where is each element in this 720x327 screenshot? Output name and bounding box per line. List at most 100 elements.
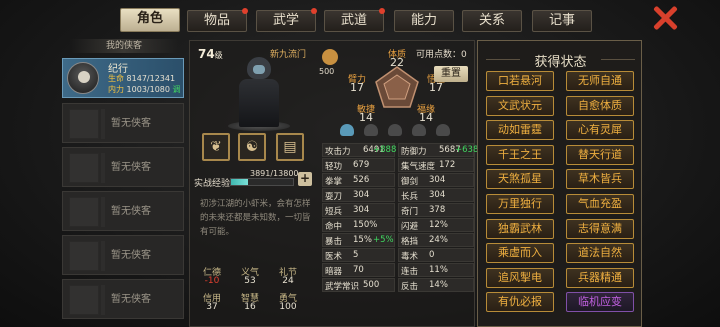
equip-slot-armor[interactable]: ☯: [238, 133, 266, 161]
hero-avatar: [67, 62, 99, 94]
slot-placeholder: [69, 197, 99, 227]
status-badge[interactable]: 临机应变: [566, 292, 634, 313]
attr-value: 22: [390, 56, 404, 69]
status-badge[interactable]: 乘虚而入: [486, 243, 554, 264]
equip-slot-weapon[interactable]: ❦: [202, 133, 230, 161]
stat-cell: 奇门 378: [398, 203, 474, 217]
fame-value: 500: [319, 67, 335, 76]
stat-cell: 集气速度 172: [398, 158, 474, 172]
character-panel: 74级 新九流门 ❦ ☯ ▤ 实战经验 3891/13800 + 初涉江湖的小虾…: [189, 40, 478, 327]
equip-slot-accessory[interactable]: ▤: [276, 133, 304, 161]
slot-placeholder: [69, 285, 99, 315]
hero-slot-empty[interactable]: 暂无侠客: [62, 235, 184, 275]
stat-bonus: +5%: [373, 235, 394, 245]
tab-label: 武道: [340, 13, 367, 28]
virtue-value: 100: [279, 302, 297, 312]
hero-slot-selected[interactable]: 纪行 生命 8147/12341 内力 1003/1080 调: [62, 58, 184, 98]
tab-abilities[interactable]: 能力: [394, 10, 454, 32]
tab-label: 角色: [136, 11, 163, 26]
hero-tag: 调: [172, 85, 181, 94]
gem-slot-icon[interactable]: [412, 124, 426, 136]
stat-label: 闪避: [401, 222, 419, 232]
stat-cell: 御剑 304: [398, 173, 474, 187]
status-badge[interactable]: 文武状元: [486, 95, 554, 116]
status-badge[interactable]: 气血充盈: [566, 194, 634, 214]
tab-items[interactable]: 物品: [187, 8, 248, 32]
status-badge[interactable]: 万里独行: [486, 194, 554, 214]
stat-label: 防御力: [401, 147, 427, 157]
reset-button[interactable]: 重置: [434, 66, 468, 82]
stat-value: 15%: [353, 235, 372, 245]
stat-value: 11%: [429, 265, 448, 275]
status-badge[interactable]: 追风掣电: [486, 267, 554, 288]
gem-slot-icon[interactable]: [388, 124, 402, 136]
stat-cell: 医术 5: [322, 248, 395, 262]
stat-cell: 格挡 24%: [398, 233, 474, 247]
tab-character[interactable]: 角色: [120, 8, 180, 32]
status-badge[interactable]: 口若悬河: [486, 71, 554, 91]
status-badge[interactable]: 替天行道: [566, 144, 634, 165]
stat-cell: 暗器 70: [322, 263, 395, 277]
stat-value: 679: [353, 160, 370, 170]
slot-placeholder: [69, 153, 99, 183]
tab-wudao[interactable]: 武道: [324, 8, 385, 32]
stat-row: 医术 5 毒术 0: [322, 248, 474, 263]
stat-label: 暴击: [325, 237, 343, 247]
hero-slot-empty[interactable]: 暂无侠客: [62, 103, 184, 143]
available-points: 可用点数：0: [416, 47, 467, 60]
empty-label: 暂无侠客: [111, 162, 151, 173]
status-badge[interactable]: 草木皆兵: [566, 169, 634, 190]
portrait-face: [253, 65, 265, 74]
status-badge[interactable]: 道法自然: [566, 243, 634, 264]
tab-journal[interactable]: 记事: [532, 10, 592, 32]
hero-slot-empty[interactable]: 暂无侠客: [62, 279, 184, 319]
attr-value: 17: [429, 81, 443, 94]
stat-label: 奇门: [401, 207, 419, 217]
status-badge[interactable]: 志得意满: [566, 218, 634, 239]
stat-label: 武学常识: [325, 282, 360, 292]
boot-icon: ❦: [210, 139, 222, 155]
status-badge[interactable]: 天煞孤星: [486, 169, 554, 190]
mp-label: 内力: [108, 85, 124, 94]
stat-bonus: +638: [455, 145, 479, 155]
virtue-value: 37: [206, 302, 218, 312]
empty-label: 暂无侠客: [111, 206, 151, 217]
stat-label: 长兵: [401, 192, 419, 202]
tab-martial-arts[interactable]: 武学: [256, 8, 317, 32]
add-exp-button[interactable]: +: [298, 172, 312, 186]
stat-cell: 连击 11%: [398, 263, 474, 277]
tab-label: 能力: [410, 13, 437, 28]
stat-table: 攻击力 6491 +888 防御力 5687 +638 轻功 679 集气速度 172 拳掌 526 御…: [322, 143, 478, 293]
tab-label: 关系: [478, 13, 505, 28]
stat-label: 短兵: [325, 207, 343, 217]
status-badge[interactable]: 独霸武林: [486, 218, 554, 239]
stat-row: 轻功 679 集气速度 172: [322, 158, 474, 173]
hero-hp: 生命 8147/12341: [108, 73, 175, 84]
stat-label: 医术: [325, 252, 343, 262]
stat-label: 毒术: [401, 252, 419, 262]
gem-slot-icon[interactable]: [436, 124, 450, 136]
status-badge[interactable]: 兵器精通: [566, 267, 634, 288]
status-badge[interactable]: 有仇必报: [486, 292, 554, 313]
tab-bar: 角色 物品 武学 武道 能力 关系 记事: [118, 8, 623, 32]
hero-slot-empty[interactable]: 暂无侠客: [62, 147, 184, 187]
status-badge[interactable]: 心有灵犀: [566, 120, 634, 141]
hero-list: 我的侠客 纪行 生命 8147/12341 内力 1003/1080 调 暂无侠…: [62, 38, 184, 327]
status-badge[interactable]: 千王之王: [486, 144, 554, 165]
status-badge[interactable]: 自愈体质: [566, 95, 634, 116]
gem-slot-icon[interactable]: [340, 124, 354, 136]
stat-label: 命中: [325, 222, 343, 232]
virtue-value: 16: [244, 302, 256, 312]
tab-label: 物品: [203, 13, 230, 28]
hero-slot-empty[interactable]: 暂无侠客: [62, 191, 184, 231]
status-badge[interactable]: 无师自通: [566, 71, 634, 91]
status-badge[interactable]: 动如雷霆: [486, 120, 554, 141]
tab-label: 武学: [272, 13, 299, 28]
gem-slot-icon[interactable]: [364, 124, 378, 136]
stat-value: 150%: [353, 220, 378, 230]
slot-placeholder: [69, 241, 99, 271]
close-icon[interactable]: [651, 5, 679, 31]
tab-relations[interactable]: 关系: [462, 10, 522, 32]
stat-row: 暗器 70 连击 11%: [322, 263, 474, 278]
character-description: 初涉江湖的小虾米，会有怎样的未来还都是未知数，一切皆有可能。: [200, 199, 311, 237]
